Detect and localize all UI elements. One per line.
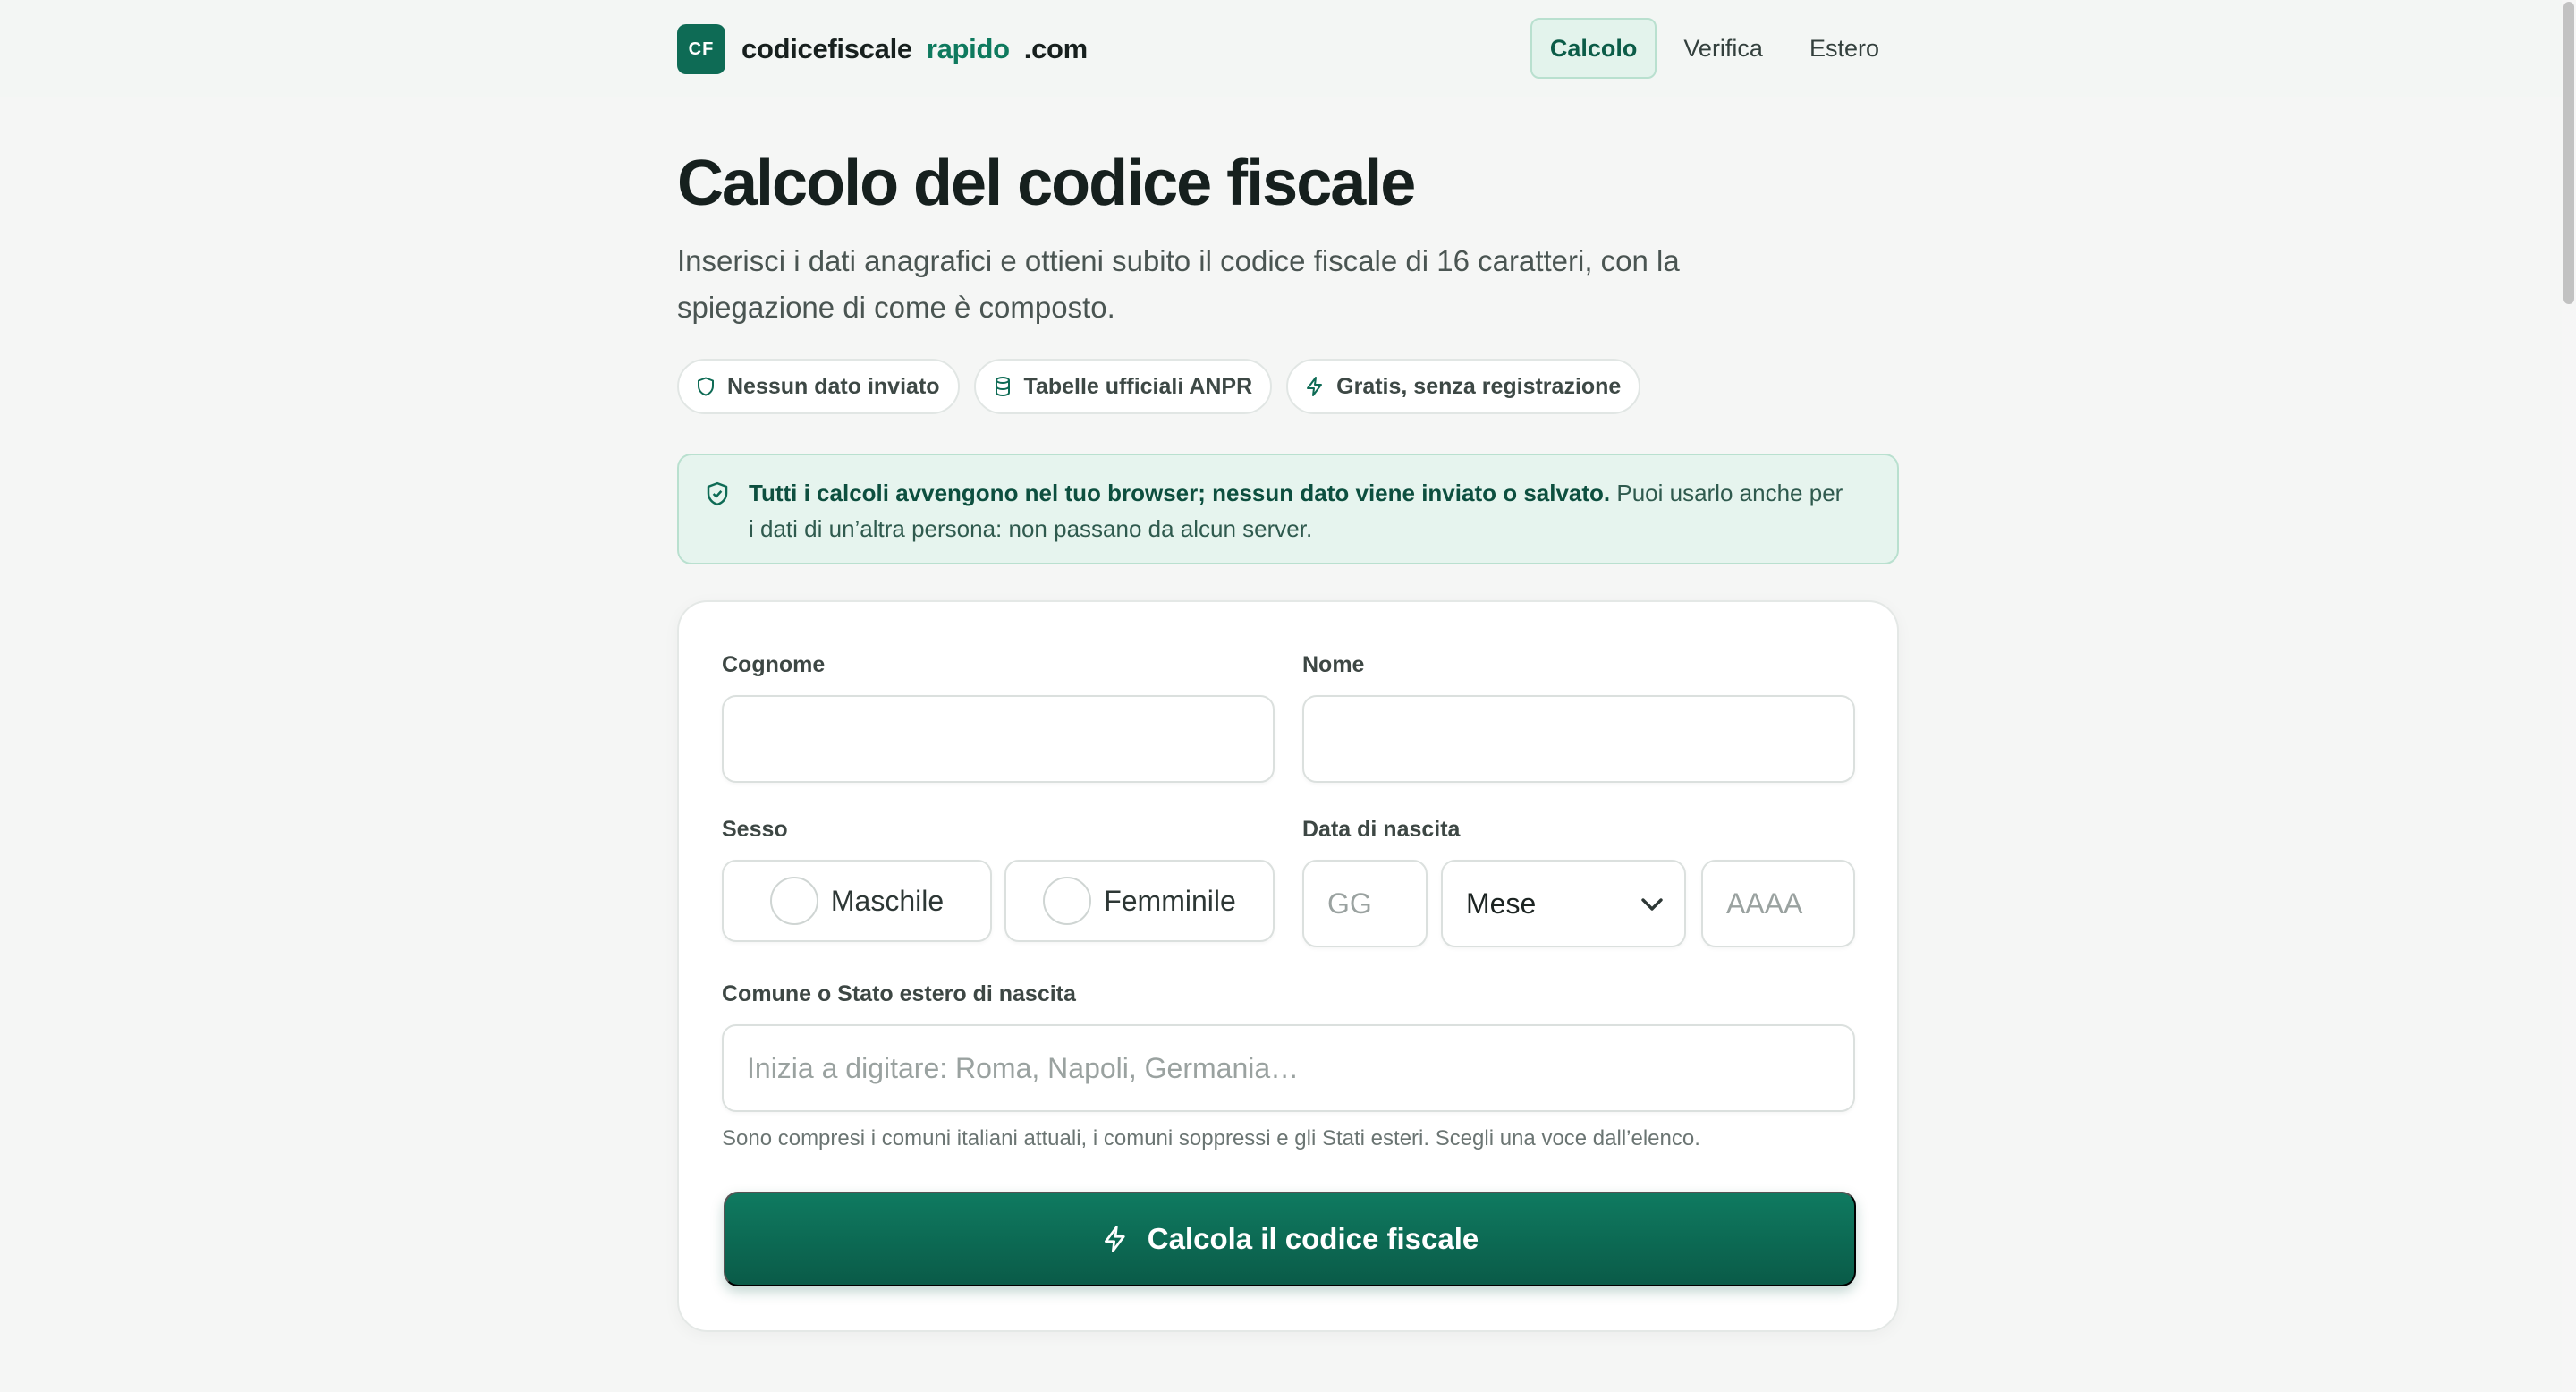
comune-label: Comune o Stato estero di nascita: [722, 981, 1076, 1006]
logo: CF: [677, 24, 725, 74]
month-select-value: Mese: [1466, 887, 1537, 920]
radio-circle: [1043, 877, 1092, 925]
calcola-button[interactable]: Calcola il codice fiscale: [724, 1192, 1856, 1286]
pill-anpr: Tabelle ufficiali ANPR: [973, 359, 1273, 414]
brand-link[interactable]: CF codicefiscale rapido .com: [677, 24, 1088, 74]
brand-part1: codicefiscale: [741, 33, 912, 64]
scrollbar-thumb[interactable]: [2563, 2, 2574, 304]
shield-icon: [698, 377, 714, 396]
radio-circle: [769, 877, 818, 925]
calcola-button-label: Calcola il codice fiscale: [1147, 1222, 1479, 1255]
main-nav: Calcolo Verifica Estero: [1530, 18, 1899, 79]
brand-part3: .com: [1023, 33, 1088, 64]
comune-hint: Sono compresi i comuni italiani attuali,…: [722, 1126, 1700, 1150]
sesso-femminile-radio[interactable]: Femminile: [1004, 860, 1275, 942]
cognome-input[interactable]: [722, 695, 1275, 783]
lightning-icon: [1307, 377, 1323, 396]
year-input[interactable]: [1701, 860, 1855, 947]
page-title: Calcolo del codice fiscale: [677, 148, 1416, 219]
nav-estero[interactable]: Estero: [1790, 18, 1899, 79]
form-card: Cognome Nome Sesso Maschile Femminile Da…: [677, 600, 1899, 1332]
sesso-maschile-radio[interactable]: Maschile: [722, 860, 992, 942]
feature-pills: Nessun dato inviato Tabelle ufficiali AN…: [677, 359, 1641, 414]
chevron-down-icon: [1641, 898, 1663, 911]
header-bar: [0, 0, 2562, 97]
data-nascita-label: Data di nascita: [1302, 817, 1461, 842]
database-icon: [995, 377, 1010, 397]
radio-label: Femminile: [1104, 884, 1236, 917]
scrollbar[interactable]: [2562, 0, 2576, 1392]
radio-label: Maschile: [830, 884, 945, 917]
pill-label: Gratis, senza registrazione: [1336, 373, 1622, 399]
pill-label: Nessun dato inviato: [727, 373, 940, 399]
brand-name: codicefiscale rapido .com: [741, 33, 1088, 65]
pill-no-data: Nessun dato inviato: [677, 359, 960, 414]
privacy-notice: Tutti i calcoli avvengono nel tuo browse…: [677, 454, 1899, 564]
brand-part2: rapido: [926, 33, 1010, 64]
page-subtitle: Inserisci i dati anagrafici e ottieni su…: [677, 244, 1680, 324]
cognome-label: Cognome: [722, 652, 826, 677]
sesso-label: Sesso: [722, 817, 788, 842]
nome-input[interactable]: [1302, 695, 1855, 783]
month-select[interactable]: Mese: [1441, 860, 1686, 947]
notice-bold: Tutti i calcoli avvengono nel tuo browse…: [749, 480, 1611, 506]
nav-calcolo[interactable]: Calcolo: [1530, 18, 1657, 79]
day-input[interactable]: [1302, 860, 1428, 947]
comune-input[interactable]: [722, 1024, 1855, 1112]
lightning-icon: [1104, 1226, 1125, 1252]
nav-verifica[interactable]: Verifica: [1664, 18, 1783, 79]
pill-free: Gratis, senza registrazione: [1286, 359, 1641, 414]
nome-label: Nome: [1302, 652, 1365, 677]
pill-label: Tabelle ufficiali ANPR: [1023, 373, 1253, 399]
shield-check-icon: [707, 481, 728, 506]
